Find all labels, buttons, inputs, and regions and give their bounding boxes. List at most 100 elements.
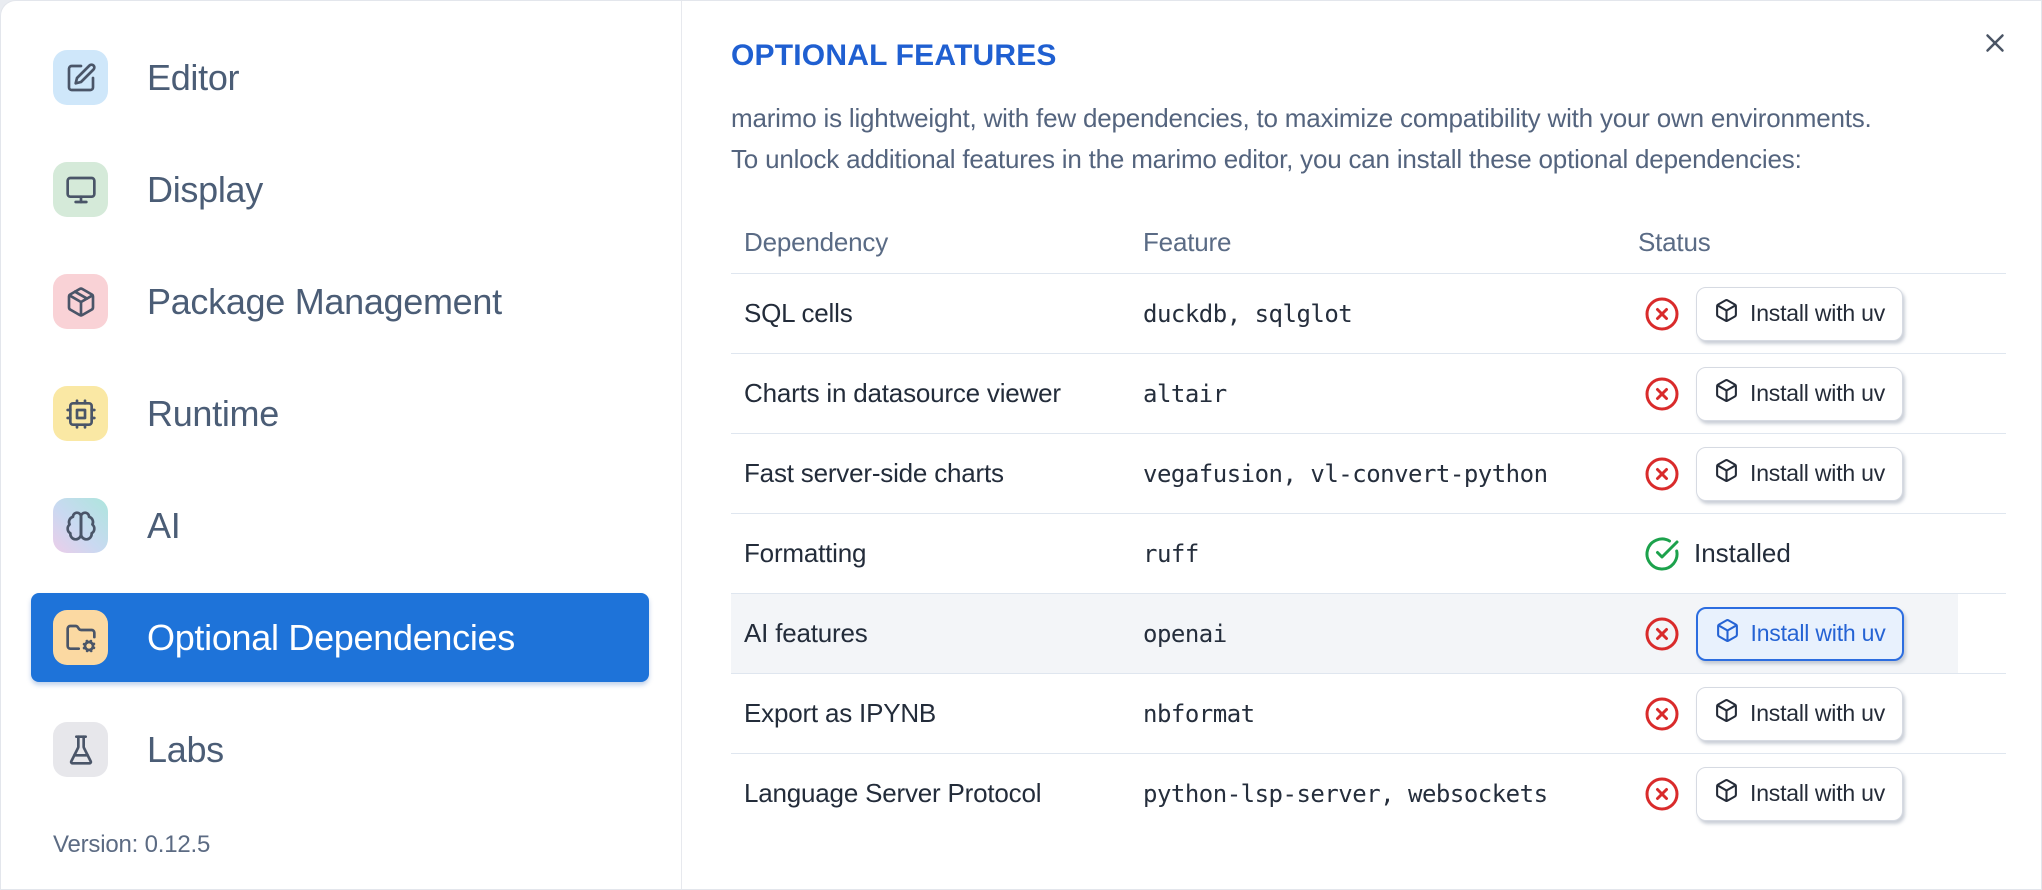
sidebar-item-label: AI: [147, 504, 181, 546]
install-button-label: Install with uv: [1750, 460, 1886, 486]
panel-description: marimo is lightweight, with few dependen…: [731, 98, 2041, 180]
status-cell: Install with uv: [1638, 446, 2006, 501]
sidebar-nav: Editor Display Package Management Runtim…: [1, 33, 681, 817]
package-icon-box: [53, 274, 108, 329]
circle-x-icon: [1645, 377, 1679, 410]
circle-x-icon: [1645, 777, 1679, 810]
status-not-installed-icon: [1644, 456, 1680, 492]
feature-cell: python-lsp-server, websockets: [1143, 779, 1548, 808]
sidebar-item-labs[interactable]: Labs: [31, 705, 649, 794]
status-cell: Install with uv: [1638, 606, 2006, 661]
table-row: AI features openai Install with uv: [731, 593, 2006, 673]
sidebar-item-label: Optional Dependencies: [147, 616, 515, 658]
table-row: SQL cells duckdb, sqlglot Install with u…: [731, 273, 2006, 353]
panel-title: OPTIONAL FEATURES: [731, 39, 1057, 72]
sidebar-item-editor[interactable]: Editor: [31, 33, 649, 122]
install-button-label: Install with uv: [1750, 780, 1886, 806]
table-row: Formatting ruff Installed: [731, 513, 2006, 593]
install-button-label: Install with uv: [1750, 300, 1886, 326]
sidebar-item-package-management[interactable]: Package Management: [31, 257, 649, 346]
status-cell: Install with uv: [1638, 286, 2006, 341]
version-label: Version: 0.12.5: [53, 831, 211, 858]
box-icon: [1716, 619, 1738, 642]
status-not-installed-icon: [1644, 776, 1680, 812]
box-icon: [1716, 779, 1737, 802]
dependency-cell: Formatting: [744, 538, 867, 568]
dependencies-table: Dependency Feature Status SQL cells duck…: [731, 211, 2006, 833]
flask-icon: [69, 734, 92, 765]
dependency-cell: Language Server Protocol: [744, 778, 1042, 808]
flask-icon-box: [53, 722, 108, 777]
table-body: SQL cells duckdb, sqlglot Install with u…: [731, 273, 2006, 833]
dependency-cell: Fast server-side charts: [744, 458, 1004, 488]
sidebar-item-runtime[interactable]: Runtime: [31, 369, 649, 458]
table-row: Charts in datasource viewer altair Insta…: [731, 353, 2006, 433]
cpu-icon: [65, 398, 96, 429]
brain-icon-box: [53, 498, 108, 553]
install-with-uv-button[interactable]: Install with uv: [1696, 286, 1904, 341]
status-not-installed-icon: [1644, 296, 1680, 332]
sidebar-item-display[interactable]: Display: [31, 145, 649, 234]
feature-cell: openai: [1143, 619, 1227, 648]
close-icon: [1986, 34, 2004, 52]
circle-x-icon: [1645, 297, 1679, 330]
brain-icon: [65, 510, 96, 541]
sidebar-item-optional-dependencies[interactable]: Optional Dependencies: [31, 593, 649, 682]
sidebar-item-label: Display: [147, 168, 263, 210]
square-pen-icon: [67, 62, 96, 91]
sidebar-item-label: Runtime: [147, 392, 279, 434]
status-cell: Install with uv: [1638, 686, 2006, 741]
status-installed-icon: [1644, 536, 1680, 572]
table-row: Fast server-side charts vegafusion, vl-c…: [731, 433, 2006, 513]
column-header-dependency: Dependency: [744, 226, 888, 257]
sidebar-item-ai[interactable]: AI: [31, 481, 649, 570]
status-cell: Install with uv: [1638, 766, 2006, 821]
circle-x-icon: [1645, 697, 1679, 730]
square-pen-icon-box: [53, 50, 108, 105]
install-with-uv-button[interactable]: Install with uv: [1696, 366, 1904, 421]
feature-cell: ruff: [1143, 539, 1199, 568]
monitor-icon-box: [53, 162, 108, 217]
description-line-2: To unlock additional features in the mar…: [731, 144, 1802, 174]
monitor-icon: [65, 176, 96, 203]
column-header-status: Status: [1638, 226, 1711, 257]
sidebar-item-label: Editor: [147, 56, 240, 98]
optional-features-panel: OPTIONAL FEATURES marimo is lightweight,…: [682, 1, 2041, 889]
installed-label: Installed: [1694, 538, 1791, 568]
circle-x-icon: [1645, 457, 1679, 490]
status-not-installed-icon: [1644, 376, 1680, 412]
sidebar-item-label: Package Management: [147, 280, 502, 322]
table-header: Dependency Feature Status: [731, 211, 2006, 273]
status-cell: Install with uv: [1638, 366, 2006, 421]
install-with-uv-button[interactable]: Install with uv: [1696, 766, 1904, 821]
package-icon: [67, 286, 94, 317]
dependency-cell: Export as IPYNB: [744, 698, 937, 728]
folder-cog-icon: [65, 624, 96, 652]
sidebar-item-label: Labs: [147, 728, 224, 770]
feature-cell: altair: [1143, 379, 1227, 408]
feature-cell: duckdb, sqlglot: [1143, 299, 1353, 328]
feature-cell: vegafusion, vl-convert-python: [1143, 459, 1548, 488]
install-button-label: Install with uv: [1750, 380, 1886, 406]
circle-x-icon: [1645, 617, 1679, 650]
table-row: Export as IPYNB nbformat Install with uv: [731, 673, 2006, 753]
column-header-feature: Feature: [1143, 226, 1232, 257]
feature-cell: nbformat: [1143, 699, 1255, 728]
install-with-uv-button[interactable]: Install with uv: [1696, 446, 1904, 501]
settings-dialog: Editor Display Package Management Runtim…: [0, 0, 2042, 890]
box-icon: [1716, 459, 1737, 482]
install-with-uv-button[interactable]: Install with uv: [1696, 606, 1905, 661]
status-cell: Installed: [1638, 536, 2006, 572]
circle-check-icon: [1645, 537, 1679, 570]
dependency-cell: SQL cells: [744, 298, 853, 328]
dependency-cell: AI features: [744, 618, 868, 648]
box-icon: [1716, 379, 1737, 402]
box-icon: [1716, 699, 1737, 722]
install-button-label: Install with uv: [1750, 700, 1886, 726]
install-with-uv-button[interactable]: Install with uv: [1696, 686, 1904, 741]
close-button[interactable]: [1975, 23, 2015, 63]
folder-cog-icon-box: [53, 610, 108, 665]
install-button-label: Install with uv: [1750, 620, 1886, 646]
cpu-icon-box: [53, 386, 108, 441]
description-line-1: marimo is lightweight, with few dependen…: [731, 103, 1872, 133]
